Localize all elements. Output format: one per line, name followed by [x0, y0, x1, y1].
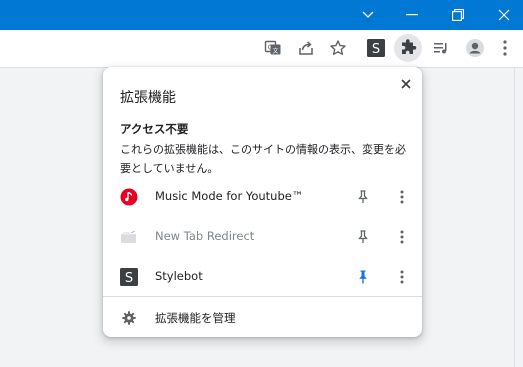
svg-text:S: S [372, 42, 380, 57]
restore-icon [452, 9, 464, 21]
pin-filled-icon [359, 270, 367, 284]
pin-button[interactable] [355, 228, 371, 246]
manage-extensions-item[interactable]: 拡張機能を管理 [103, 301, 422, 335]
profile-button[interactable] [461, 34, 489, 62]
browser-menu-button[interactable] [491, 34, 519, 62]
section-description: これらの拡張機能は、このサイトの情報の表示、変更を必要としていません。 [120, 143, 406, 175]
svg-text:S: S [125, 271, 133, 286]
divider [103, 296, 422, 297]
extension-name: Stylebot [155, 269, 203, 283]
minimize-icon [406, 14, 418, 16]
restore-button[interactable] [435, 0, 481, 30]
pin-outline-icon [358, 190, 368, 203]
reading-list-icon [434, 43, 447, 54]
close-icon [401, 79, 411, 89]
more-vertical-icon [400, 270, 404, 284]
music-note-icon [120, 188, 138, 206]
extension-row-new-tab-redirect[interactable]: New Tab Redirect [103, 217, 422, 257]
star-icon [330, 40, 346, 55]
close-popup-button[interactable] [396, 74, 416, 94]
extension-name: Music Mode for Youtube™ [155, 189, 304, 203]
translate-icon: G 文 [264, 40, 281, 55]
svg-text:文: 文 [272, 47, 278, 55]
section-title: アクセス不要 [120, 122, 189, 136]
stylebot-icon: S [367, 39, 385, 57]
stylebot-icon: S [120, 268, 138, 286]
share-button[interactable] [292, 34, 320, 62]
extensions-puzzle-icon [402, 39, 417, 54]
more-vertical-icon [503, 40, 507, 56]
translate-button[interactable]: G 文 [259, 34, 287, 62]
browser-toolbar: G 文 S [0, 30, 523, 68]
extension-menu-button[interactable] [394, 268, 410, 286]
extension-name: New Tab Redirect [155, 229, 255, 243]
minimize-button[interactable] [389, 0, 435, 30]
stylebot-toolbar-button[interactable]: S [362, 34, 390, 62]
manage-extensions-label: 拡張機能を管理 [155, 311, 236, 325]
extension-row-stylebot[interactable]: S Stylebot [103, 257, 422, 297]
gear-icon [120, 309, 138, 327]
bookmark-star-button[interactable] [324, 34, 352, 62]
pin-button[interactable] [355, 188, 371, 206]
extension-menu-button[interactable] [394, 228, 410, 246]
close-window-button[interactable] [481, 0, 523, 30]
share-icon [299, 41, 313, 55]
extension-menu-button[interactable] [394, 188, 410, 206]
pin-outline-icon [358, 230, 368, 243]
chevron-down-icon [362, 11, 374, 18]
extensions-menu: 拡張機能 アクセス不要 これらの拡張機能は、このサイトの情報の表示、変更を必要と… [103, 67, 422, 337]
profile-icon [466, 39, 484, 57]
extensions-button[interactable] [394, 34, 422, 62]
scrollbar-track [514, 68, 515, 367]
extension-row-music-mode[interactable]: Music Mode for Youtube™ [103, 177, 422, 217]
new-tab-redirect-icon [121, 230, 136, 243]
window-titlebar [0, 0, 523, 30]
close-icon [498, 9, 510, 21]
more-vertical-icon [400, 230, 404, 244]
more-vertical-icon [400, 190, 404, 204]
unpin-button[interactable] [355, 268, 371, 286]
reading-list-button[interactable] [427, 34, 455, 62]
tab-search-button[interactable] [345, 0, 391, 30]
popup-title: 拡張機能 [120, 90, 176, 106]
